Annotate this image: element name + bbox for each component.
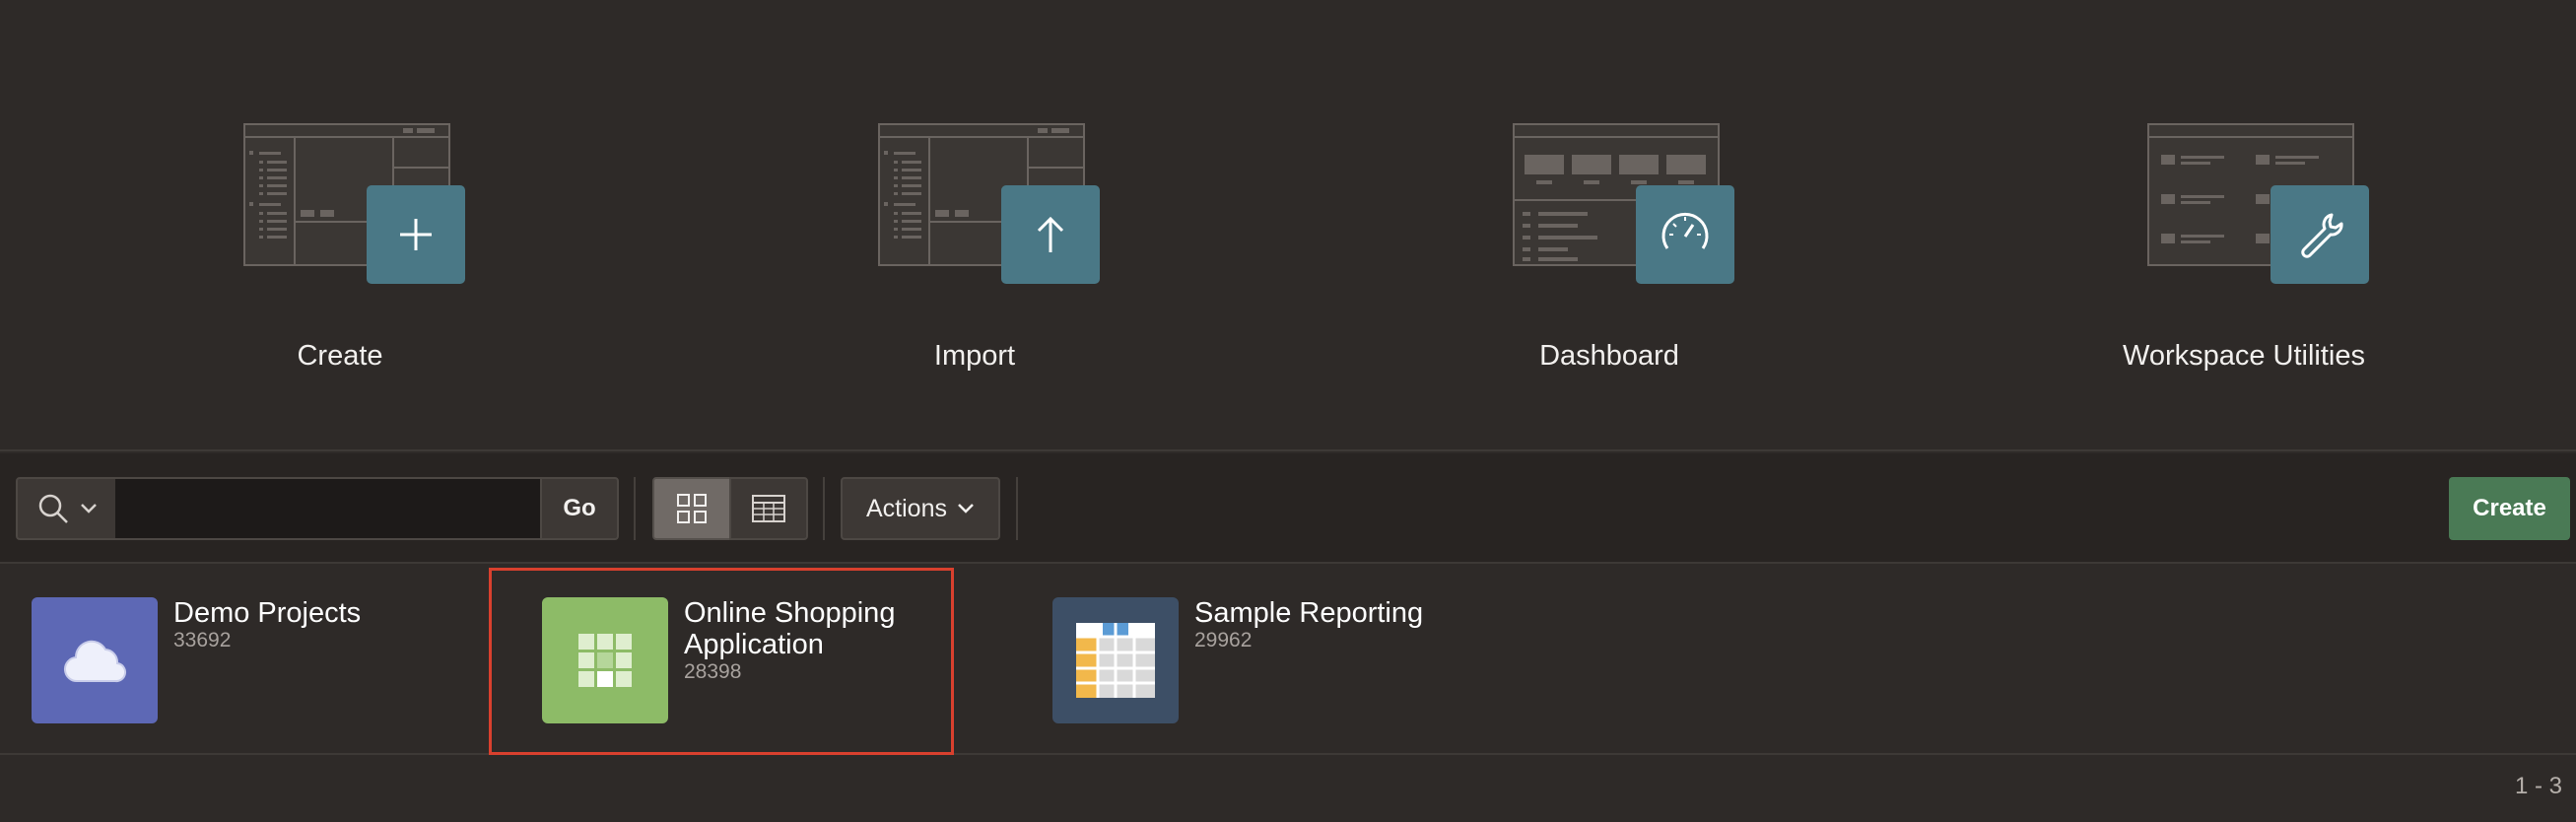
toolbar: Go Actions Create	[0, 453, 2576, 564]
import-app-illustration	[878, 123, 1105, 286]
app-name: Demo Projects	[173, 597, 362, 629]
actions-menu-button[interactable]: Actions	[841, 477, 1000, 540]
dashboard-illustration	[1513, 123, 1739, 286]
toolbar-divider	[634, 477, 636, 540]
hero-section: Create Import Dashboard Workspace Utilit…	[0, 0, 2576, 451]
spreadsheet-icon	[1076, 623, 1155, 698]
create-app-illustration	[243, 123, 470, 286]
workspace-utilities-tile[interactable]: Workspace Utilities	[2047, 0, 2441, 414]
app-id: 33692	[173, 629, 232, 651]
go-button[interactable]: Go	[540, 477, 619, 540]
grid-view-button[interactable]	[652, 477, 731, 540]
app-name: Sample Reporting	[1194, 597, 1424, 629]
pagination-label: 1 - 3	[2514, 773, 2562, 799]
search-input[interactable]	[115, 477, 542, 540]
app-icon	[542, 597, 668, 723]
grid-view-icon	[677, 494, 707, 523]
dashboard-badge	[1636, 185, 1734, 284]
app-card-online-shopping[interactable]: Online Shopping Application 28398	[510, 566, 974, 755]
workspace-utilities-badge	[2271, 185, 2369, 284]
toolbar-divider	[823, 477, 825, 540]
chevron-down-icon	[80, 504, 97, 514]
app-name: Online Shopping Application	[684, 597, 896, 660]
create-button[interactable]: Create	[2449, 477, 2570, 540]
dashboard-label: Dashboard	[1539, 340, 1679, 372]
arrow-up-icon	[1037, 216, 1064, 252]
app-icon	[32, 597, 158, 723]
chevron-down-icon	[958, 504, 974, 514]
workspace-utilities-illustration	[2147, 123, 2374, 286]
dashboard-tile[interactable]: Dashboard	[1412, 0, 1806, 414]
gauge-icon	[1661, 212, 1709, 249]
actions-label: Actions	[866, 494, 947, 522]
app-list: Demo Projects 33692 Online Shopping Appl…	[0, 566, 2576, 755]
import-tile[interactable]: Import	[778, 0, 1172, 414]
workspace-utilities-label: Workspace Utilities	[2122, 340, 2366, 372]
import-label: Import	[933, 340, 1016, 372]
app-card-sample-reporting[interactable]: Sample Reporting 29962	[1021, 566, 1484, 755]
wrench-icon	[2301, 213, 2343, 258]
grid-icon	[578, 634, 632, 687]
report-view-button[interactable]	[729, 477, 808, 540]
create-label: Create	[297, 340, 383, 372]
footer: 1 - 3	[0, 757, 2576, 822]
create-tile[interactable]: Create	[143, 0, 537, 414]
app-id: 29962	[1194, 629, 1253, 651]
app-card-demo-projects[interactable]: Demo Projects 33692	[0, 566, 463, 755]
app-icon	[1052, 597, 1179, 723]
plus-icon	[400, 219, 432, 250]
app-id: 28398	[684, 660, 742, 683]
cloud-icon	[64, 640, 126, 683]
toolbar-divider	[1016, 477, 1018, 540]
import-badge	[1001, 185, 1100, 284]
table-view-icon	[752, 495, 785, 522]
search-icon	[38, 494, 68, 523]
search-options-button[interactable]	[16, 477, 117, 540]
create-badge	[367, 185, 465, 284]
